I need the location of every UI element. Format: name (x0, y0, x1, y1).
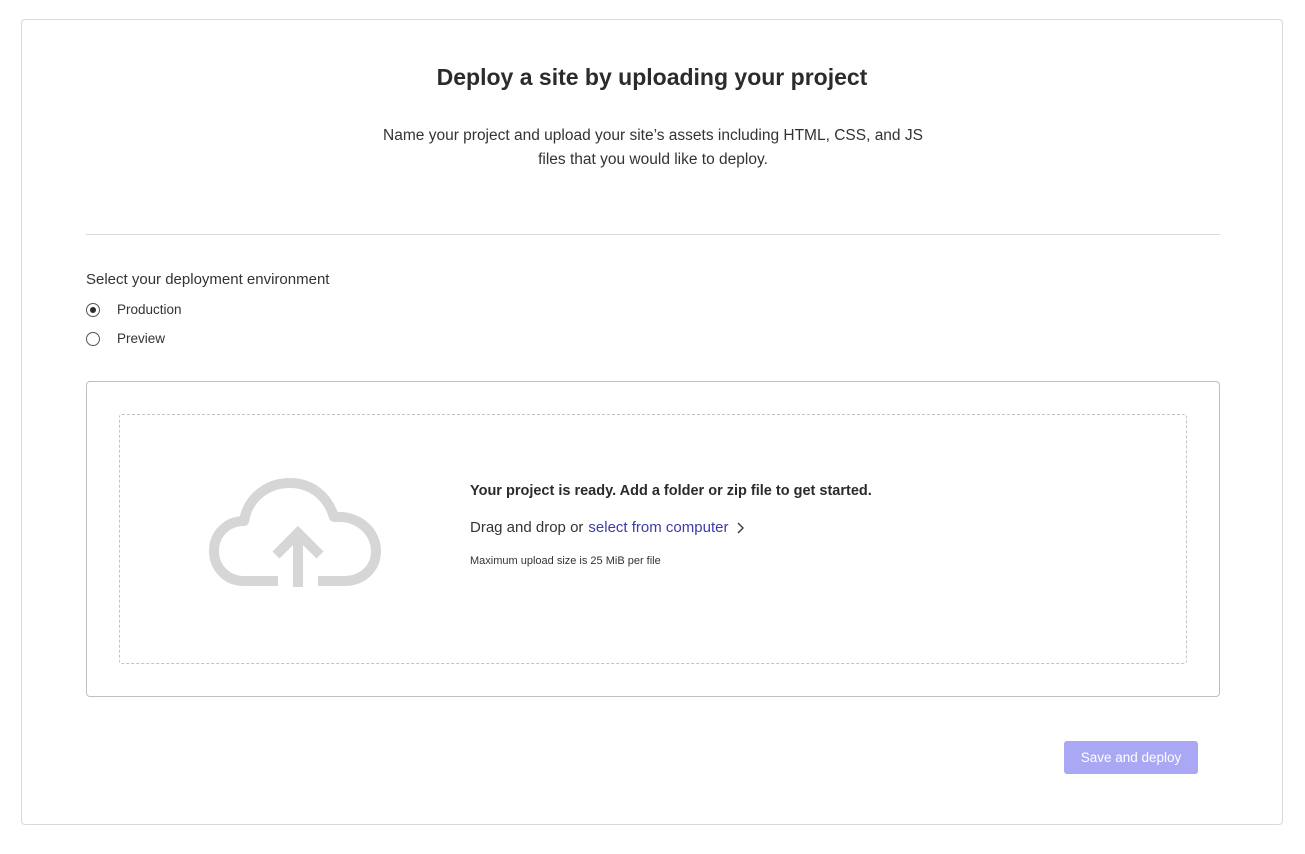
page-title: Deploy a site by uploading your project (436, 64, 868, 90)
deploy-card: Deploy a site by uploading your project … (21, 19, 1283, 825)
radio-production-button[interactable] (86, 302, 100, 317)
file-dropzone[interactable]: Your project is ready. Add a folder or z… (119, 414, 1187, 664)
section-divider (86, 234, 1220, 235)
select-from-computer-link[interactable]: select from computer (588, 519, 728, 536)
drag-drop-line: Drag and drop or select from computer (470, 519, 872, 536)
upload-panel: Your project is ready. Add a folder or z… (86, 381, 1220, 697)
radio-production[interactable]: Production (86, 302, 182, 317)
drag-drop-text: Drag and drop or (470, 519, 584, 536)
radio-preview-button[interactable] (86, 331, 100, 346)
ready-message: Your project is ready. Add a folder or z… (470, 483, 872, 499)
radio-preview-label: Preview (117, 331, 166, 346)
environment-label: Select your deployment environment (86, 271, 330, 288)
page-subtitle: Name your project and upload your site’s… (383, 127, 923, 168)
chevron-right-icon (737, 522, 745, 533)
cloud-upload-icon (209, 478, 381, 587)
save-and-deploy-button[interactable]: Save and deploy (1064, 741, 1198, 774)
radio-production-label: Production (117, 302, 182, 317)
radio-preview[interactable]: Preview (86, 331, 165, 346)
max-upload-size-note: Maximum upload size is 25 MiB per file (470, 555, 661, 567)
dropzone-text: Your project is ready. Add a folder or z… (470, 483, 872, 567)
